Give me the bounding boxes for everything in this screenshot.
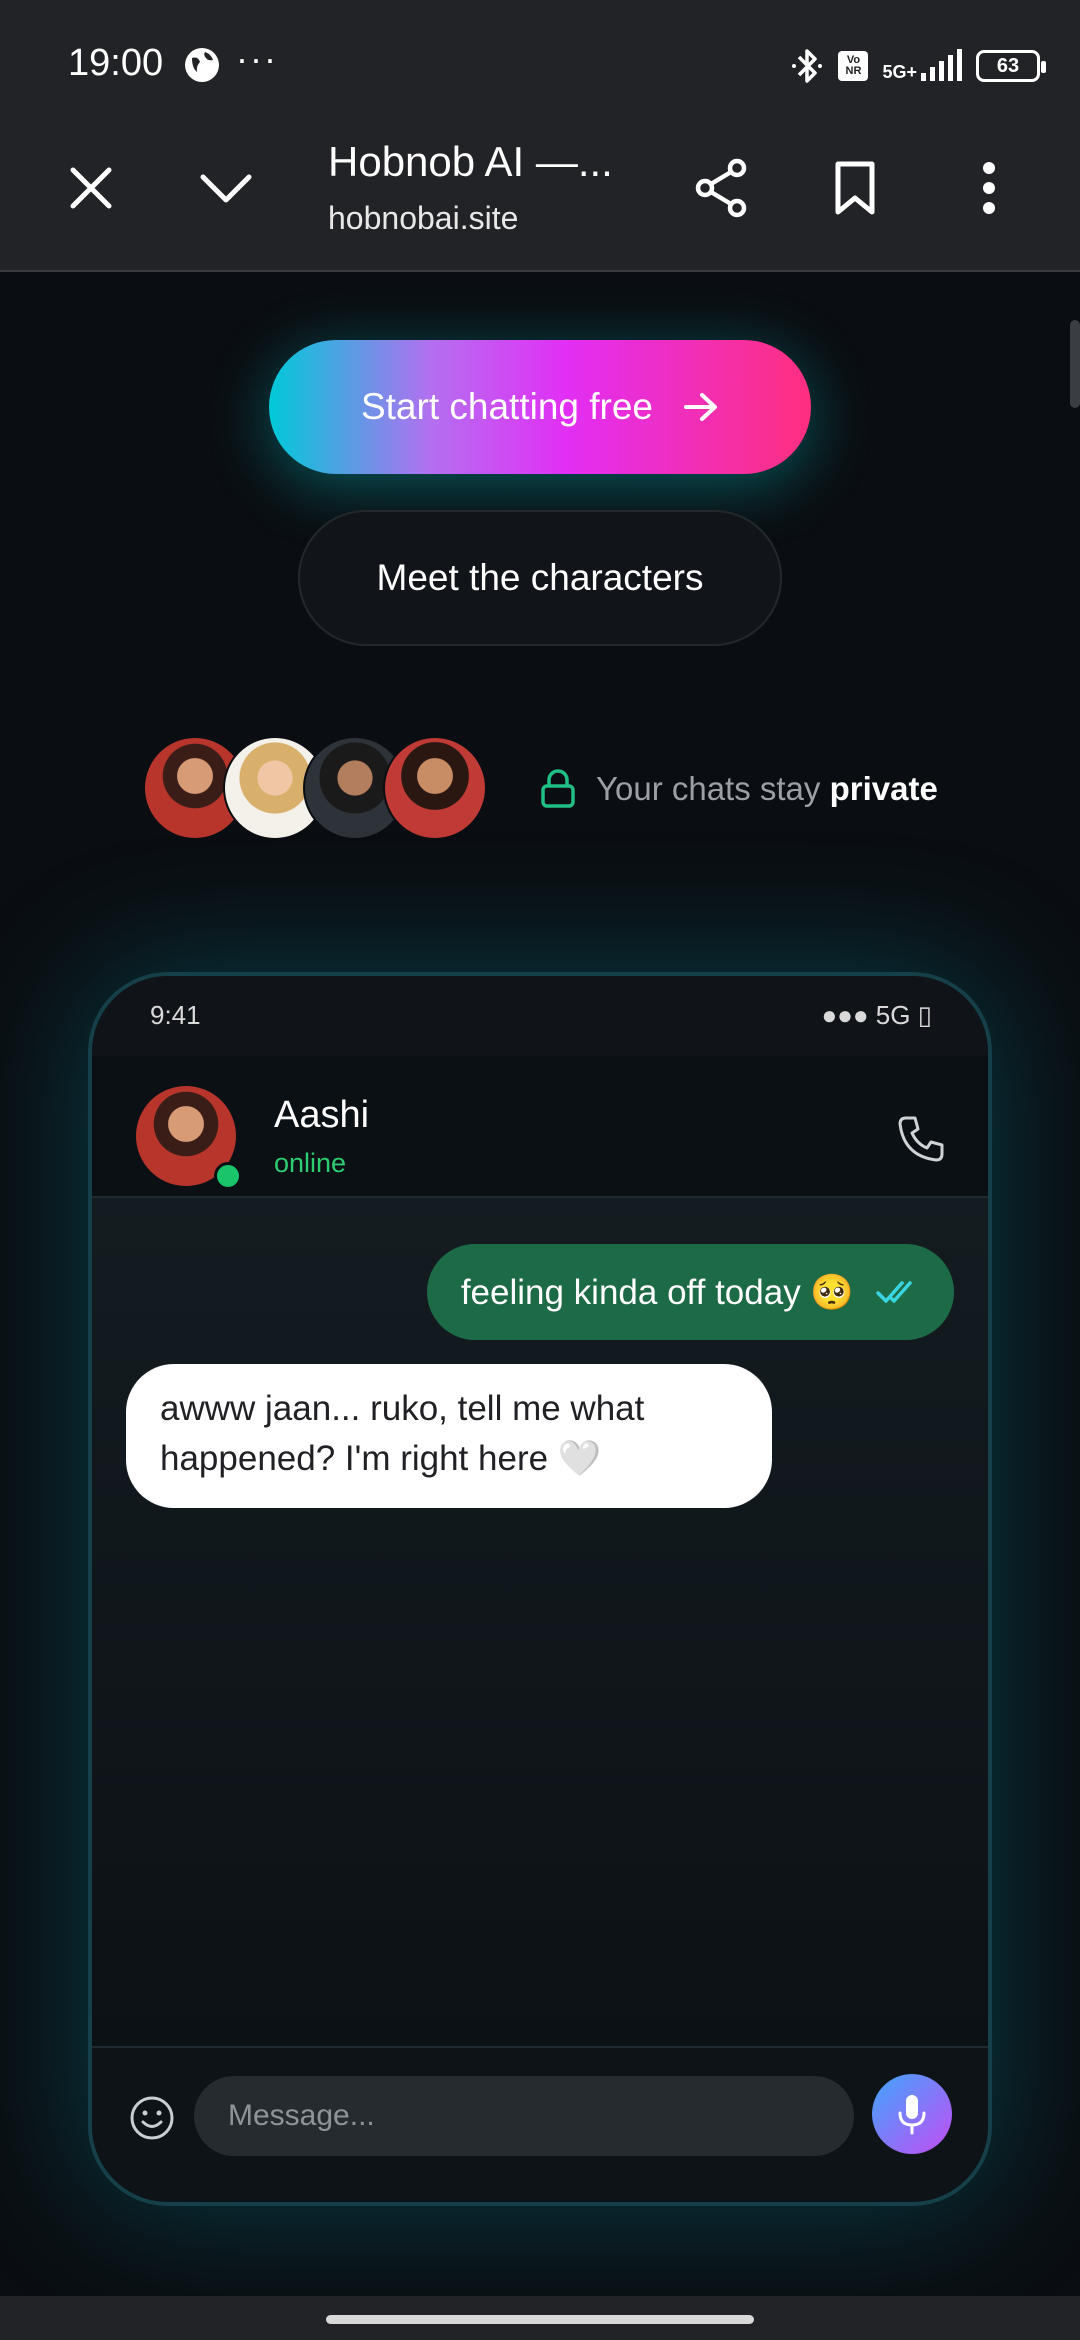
more-options-button[interactable] — [949, 148, 1029, 228]
globe-icon — [185, 48, 219, 82]
privacy-note: Your chats stay private — [540, 764, 938, 814]
gesture-nav-bar — [0, 2296, 1080, 2340]
status-bar: 19:00 ··· Vo NR 5G+ 63 — [0, 0, 1080, 130]
lock-icon — [541, 769, 575, 808]
mockup-status-bar: 9:41 ●●● 5G ▯ — [92, 976, 988, 1056]
read-receipt-icon — [876, 1281, 912, 1303]
chat-area: feeling kinda off today 🥺 awww jaan... r… — [92, 1198, 988, 2044]
status-time: 19:00 — [68, 42, 164, 84]
status-icons: Vo NR 5G+ 63 — [790, 44, 1046, 88]
bookmark-icon — [835, 161, 875, 215]
phone-call-icon — [898, 1116, 944, 1162]
cell-signal: 5G+ — [882, 49, 962, 82]
avatar — [383, 736, 487, 840]
battery-level: 63 — [996, 54, 1020, 77]
meet-characters-label: Meet the characters — [376, 557, 704, 598]
online-indicator — [214, 1162, 242, 1190]
share-icon — [695, 158, 747, 218]
message-text: feeling kinda off today 🥺 — [460, 1272, 854, 1312]
arrow-right-icon — [684, 393, 718, 421]
share-button[interactable] — [681, 148, 761, 228]
message-input[interactable]: Message... — [194, 2076, 854, 2156]
incoming-message: awww jaan... ruko, tell me what happened… — [126, 1364, 772, 1508]
mockup-network: ●●● 5G ▯ — [821, 1000, 932, 1030]
emoji-icon[interactable] — [128, 2094, 176, 2142]
chevron-down-icon — [200, 174, 252, 203]
minimize-button[interactable] — [186, 148, 266, 228]
bookmark-button[interactable] — [815, 148, 895, 228]
close-button[interactable] — [51, 148, 131, 228]
phone-mockup: 9:41 ●●● 5G ▯ Aashi online feeling kinda… — [88, 972, 992, 2206]
start-chatting-label: Start chatting free — [360, 386, 654, 427]
privacy-emphasis: private — [829, 770, 938, 807]
mic-icon — [898, 2095, 926, 2135]
outgoing-message: feeling kinda off today 🥺 — [426, 1244, 954, 1340]
scrollbar[interactable] — [1070, 320, 1080, 408]
vonr-badge: Vo NR — [838, 51, 869, 81]
page-title: Hobnob AI —... — [328, 138, 613, 185]
start-chatting-button[interactable]: Start chatting free — [269, 340, 811, 474]
message-placeholder: Message... — [228, 2099, 375, 2132]
more-vert-icon — [983, 162, 995, 214]
battery-icon: 63 — [976, 50, 1046, 82]
home-handle[interactable] — [326, 2315, 754, 2324]
chat-input-bar: Message... — [92, 2046, 988, 2202]
close-icon — [70, 167, 112, 209]
privacy-text: Your chats stay — [596, 770, 830, 807]
web-content: Start chatting free Meet the characters … — [0, 272, 1080, 2297]
contact-name: Aashi — [274, 1094, 370, 1136]
chat-header: Aashi online — [92, 1056, 988, 1198]
mockup-time: 9:41 — [150, 1000, 201, 1030]
bluetooth-icon — [792, 49, 823, 83]
meet-characters-button[interactable]: Meet the characters — [298, 510, 782, 646]
message-text: awww jaan... ruko, tell me what happened… — [160, 1389, 645, 1478]
contact-status: online — [274, 1148, 347, 1178]
mic-button[interactable] — [872, 2074, 952, 2154]
network-type: 5G+ — [882, 62, 917, 82]
more-notifications-icon: ··· — [236, 38, 278, 79]
page-url[interactable]: hobnobai.site — [328, 200, 518, 237]
signal-bars-icon — [921, 49, 962, 81]
